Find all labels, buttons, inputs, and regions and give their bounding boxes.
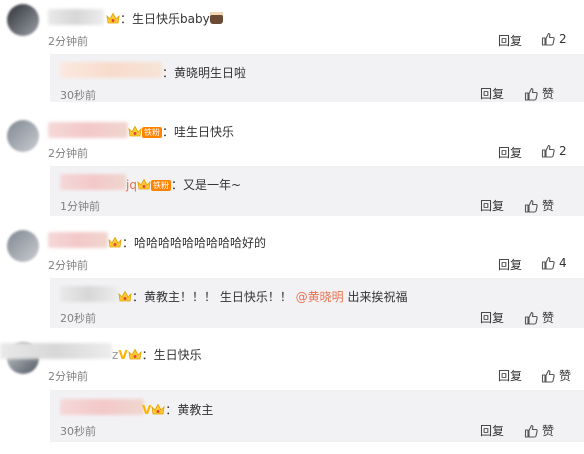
thumb-up-icon <box>524 199 538 213</box>
mention-link[interactable]: @黄晓明 <box>296 290 344 304</box>
username-blurred[interactable] <box>48 122 128 138</box>
vip-crown-icon <box>137 178 151 191</box>
fan-tag: 铁粉 <box>142 127 162 138</box>
vip-crown-icon <box>108 236 122 249</box>
sub-comment-body-end: 出来挨祝福 <box>347 290 408 304</box>
sub-comment-body: 黄晓明生日啦 <box>174 66 247 80</box>
like-label: 赞 <box>559 369 572 383</box>
reply-button[interactable]: 回复 <box>480 422 504 439</box>
comment-time: 2分钟前 <box>48 147 88 160</box>
comment-text: 铁粉 ：哇生日快乐 <box>128 123 234 140</box>
like-button[interactable]: 赞 <box>524 197 554 214</box>
sub-comment-body: 黄教主 <box>177 403 214 417</box>
comment-body: 生日快乐 <box>153 348 202 362</box>
username-blurred[interactable] <box>60 174 126 190</box>
thumb-up-icon <box>541 256 555 270</box>
thumb-up-icon <box>541 32 555 46</box>
v-badge-icon: V <box>118 348 128 362</box>
thumb-up-icon <box>524 424 538 438</box>
colon: ： <box>162 125 175 139</box>
avatar[interactable] <box>7 4 39 36</box>
sub-comment-time: 30秒前 <box>60 425 96 438</box>
thumb-up-icon <box>541 144 555 158</box>
like-button[interactable]: 4 <box>541 256 567 270</box>
fan-tag: 铁粉 <box>150 180 171 191</box>
username-blurred[interactable] <box>48 9 104 25</box>
colon: ： <box>141 348 154 362</box>
like-label: 赞 <box>542 199 555 213</box>
comment-time: 2分钟前 <box>48 370 88 383</box>
comment-text: zV ：生日快乐 <box>112 346 202 363</box>
username-blurred[interactable] <box>60 399 144 415</box>
sub-comment-body: 黄教主！！！ 生日快乐！！ <box>144 290 292 304</box>
like-label: 赞 <box>542 87 555 101</box>
like-button[interactable]: 赞 <box>524 85 554 102</box>
username-blurred[interactable] <box>0 343 112 359</box>
username-partial[interactable]: jq <box>126 178 137 192</box>
sub-comment-text: V ：黄教主 <box>142 403 214 417</box>
sub-comment-time: 30秒前 <box>60 89 96 102</box>
thumb-up-icon <box>524 87 538 101</box>
username-blurred[interactable] <box>60 286 118 302</box>
vip-crown-icon <box>128 348 142 361</box>
sub-comment: jq 铁粉 ：又是一年~ 1分钟前 回复 赞 <box>50 166 584 216</box>
username-blurred[interactable] <box>60 62 162 78</box>
avatar[interactable] <box>7 230 39 262</box>
reply-button[interactable]: 回复 <box>498 367 522 384</box>
sub-comment-text: ：黄晓明生日啦 <box>162 66 247 80</box>
comment-body: 生日快乐baby <box>132 12 210 26</box>
reply-button[interactable]: 回复 <box>498 144 522 161</box>
vip-crown-icon <box>118 290 132 303</box>
reply-button[interactable]: 回复 <box>480 85 504 102</box>
vip-crown-icon <box>106 12 120 25</box>
like-count: 4 <box>559 256 567 270</box>
comment-text: ：生日快乐baby <box>106 10 223 27</box>
sub-comment: V ：黄教主 30秒前 回复 赞 <box>50 390 584 442</box>
sub-comment-text: jq 铁粉 ：又是一年~ <box>126 178 242 192</box>
avatar[interactable] <box>7 120 39 152</box>
colon: ： <box>122 236 135 250</box>
sub-comment-body: 又是一年~ <box>182 178 242 192</box>
reply-button[interactable]: 回复 <box>480 309 504 326</box>
like-button[interactable]: 赞 <box>524 309 554 326</box>
sub-comment: ：黄晓明生日啦 30秒前 回复 赞 <box>50 54 584 102</box>
username-blurred[interactable] <box>48 232 108 248</box>
comment-time: 2分钟前 <box>48 259 88 272</box>
like-label: 赞 <box>542 424 555 438</box>
sub-comment-time: 1分钟前 <box>60 200 100 213</box>
like-button[interactable]: 2 <box>541 32 567 46</box>
like-label: 赞 <box>542 311 555 325</box>
sub-comment-text: ：黄教主！！！ 生日快乐！！ @黄晓明 出来挨祝福 <box>118 288 408 305</box>
like-count: 2 <box>559 32 567 46</box>
reply-button[interactable]: 回复 <box>498 256 522 273</box>
like-button[interactable]: 赞 <box>541 367 571 384</box>
like-count: 2 <box>559 144 567 158</box>
v-badge-icon: V <box>142 403 152 417</box>
reply-button[interactable]: 回复 <box>498 32 522 49</box>
comment-text: ：哈哈哈哈哈哈哈哈哈好的 <box>108 234 266 251</box>
vip-crown-icon <box>128 125 142 138</box>
thumb-up-icon <box>541 369 555 383</box>
comment-body: 哈哈哈哈哈哈哈哈哈好的 <box>134 236 267 250</box>
like-button[interactable]: 2 <box>541 144 567 158</box>
sub-comment-time: 20秒前 <box>60 312 96 325</box>
reply-button[interactable]: 回复 <box>480 197 504 214</box>
thumb-up-icon <box>524 311 538 325</box>
sub-comment: ：黄教主！！！ 生日快乐！！ @黄晓明 出来挨祝福 20秒前 回复 赞 <box>50 278 584 328</box>
cake-emoji-icon <box>209 12 223 24</box>
comment-body: 哇生日快乐 <box>174 125 235 139</box>
vip-crown-icon <box>151 403 165 416</box>
like-button[interactable]: 赞 <box>524 422 554 439</box>
colon: ： <box>120 12 133 26</box>
comment-time: 2分钟前 <box>48 35 88 48</box>
